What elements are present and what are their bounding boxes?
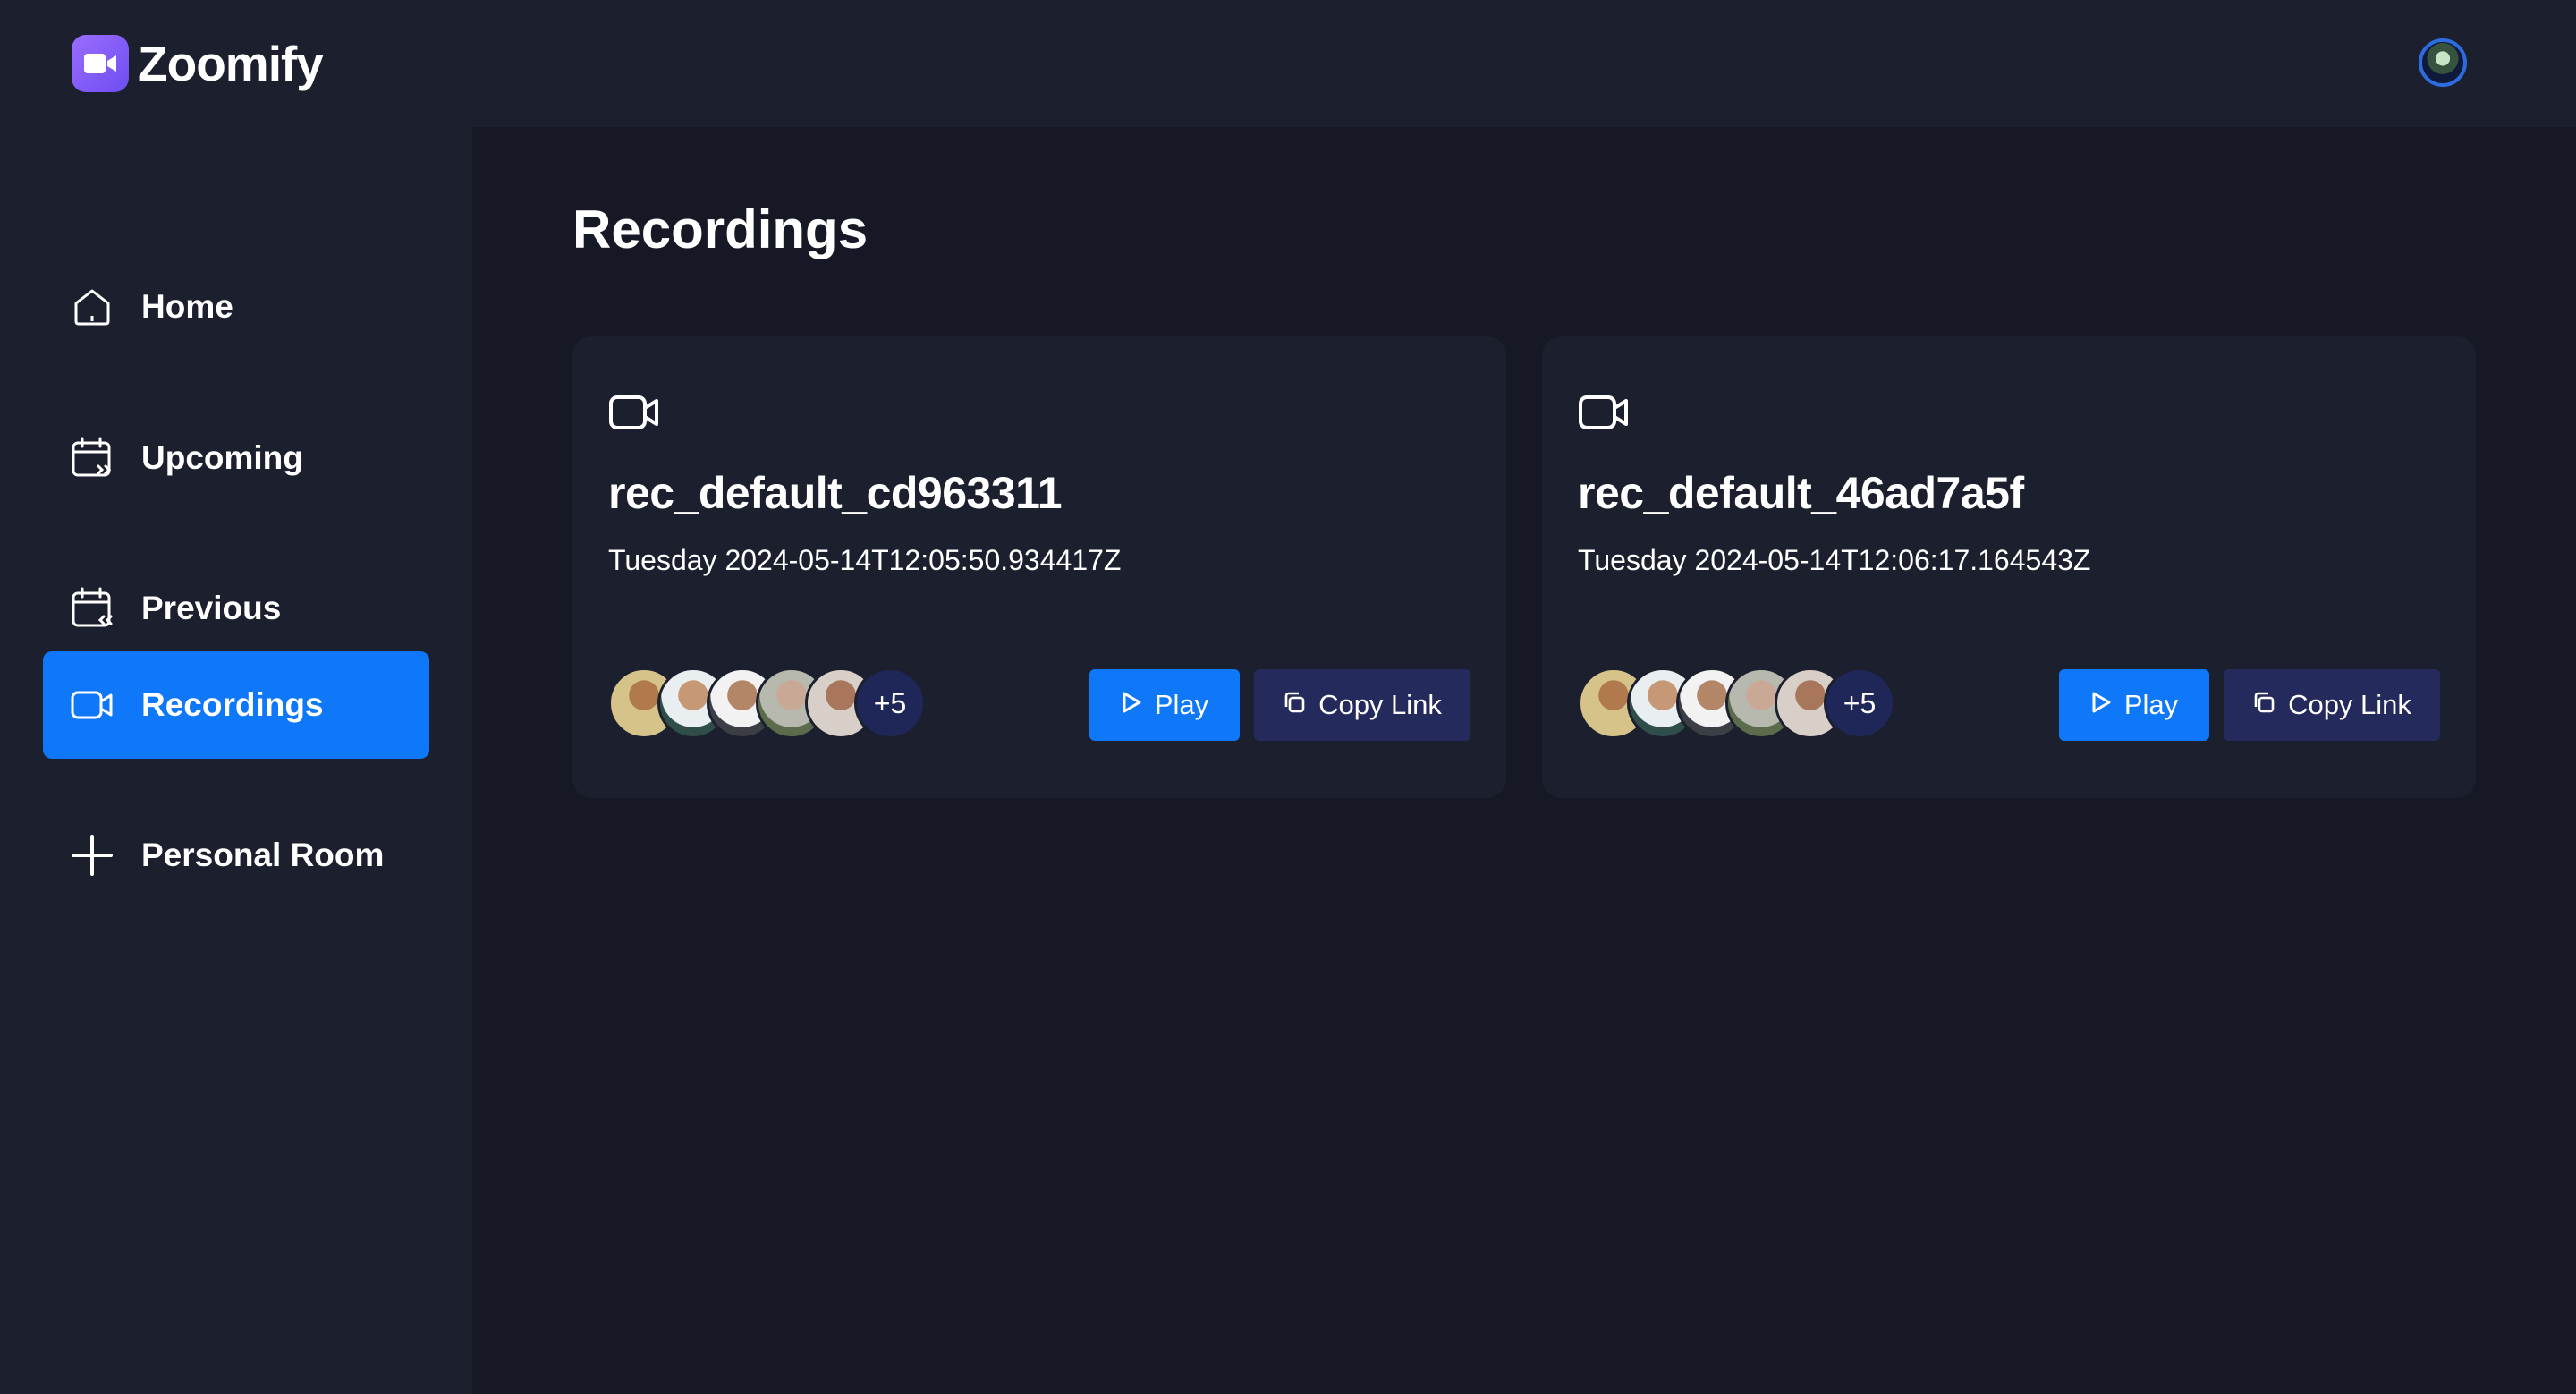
recording-date: Tuesday 2024-05-14T12:05:50.934417Z — [608, 544, 1122, 576]
attendee-avatars: +5 — [1578, 667, 1895, 739]
copy-link-label: Copy Link — [1318, 689, 1442, 720]
user-avatar[interactable] — [2419, 38, 2467, 87]
page-title: Recordings — [572, 200, 869, 259]
sidebar-item-home[interactable]: Home — [43, 253, 429, 361]
top-navbar: Zoomify — [0, 0, 2576, 127]
sidebar-item-label: Previous — [141, 590, 282, 626]
recording-card: rec_default_cd963311 Tuesday 2024-05-14T… — [572, 336, 1506, 798]
play-label: Play — [1154, 689, 1209, 720]
copy-link-button[interactable]: Copy Link — [2224, 669, 2440, 741]
play-label: Play — [2123, 689, 2179, 720]
calendar-forward-icon — [70, 436, 114, 480]
sidebar: Home Upcoming Previous Recordings Person… — [0, 127, 472, 1394]
sidebar-item-recordings[interactable]: Recordings — [43, 651, 429, 759]
app-name: Zoomify — [138, 36, 324, 91]
sidebar-item-label: Home — [141, 288, 233, 325]
play-icon — [2090, 689, 2112, 721]
sidebar-item-personal-room[interactable]: Personal Room — [43, 802, 429, 909]
more-attendees-badge: +5 — [1824, 667, 1895, 739]
copy-link-label: Copy Link — [2288, 689, 2411, 720]
recording-date: Tuesday 2024-05-14T12:06:17.164543Z — [1578, 544, 2091, 576]
video-icon — [1578, 392, 1630, 438]
sidebar-item-label: Recordings — [141, 686, 324, 723]
home-icon — [70, 285, 114, 329]
recording-title: rec_default_cd963311 — [608, 468, 1063, 518]
recording-card: rec_default_46ad7a5f Tuesday 2024-05-14T… — [1542, 336, 2476, 798]
copy-link-button[interactable]: Copy Link — [1254, 669, 1470, 741]
video-icon — [70, 683, 114, 727]
sidebar-item-label: Personal Room — [141, 837, 385, 873]
sidebar-item-previous[interactable]: Previous — [43, 555, 429, 662]
play-button[interactable]: Play — [1089, 669, 1240, 741]
recording-title: rec_default_46ad7a5f — [1578, 468, 2024, 518]
logo[interactable]: Zoomify — [72, 34, 324, 93]
logo-camera-icon — [72, 35, 129, 92]
sidebar-item-upcoming[interactable]: Upcoming — [43, 404, 429, 512]
attendee-avatars: +5 — [608, 667, 926, 739]
plus-icon — [70, 833, 114, 878]
copy-icon — [1283, 689, 1306, 721]
copy-icon — [2252, 689, 2275, 721]
video-icon — [608, 392, 660, 438]
sidebar-item-label: Upcoming — [141, 439, 303, 476]
more-attendees-badge: +5 — [854, 667, 926, 739]
play-button[interactable]: Play — [2059, 669, 2209, 741]
calendar-back-icon — [70, 586, 114, 631]
play-icon — [1121, 689, 1142, 721]
